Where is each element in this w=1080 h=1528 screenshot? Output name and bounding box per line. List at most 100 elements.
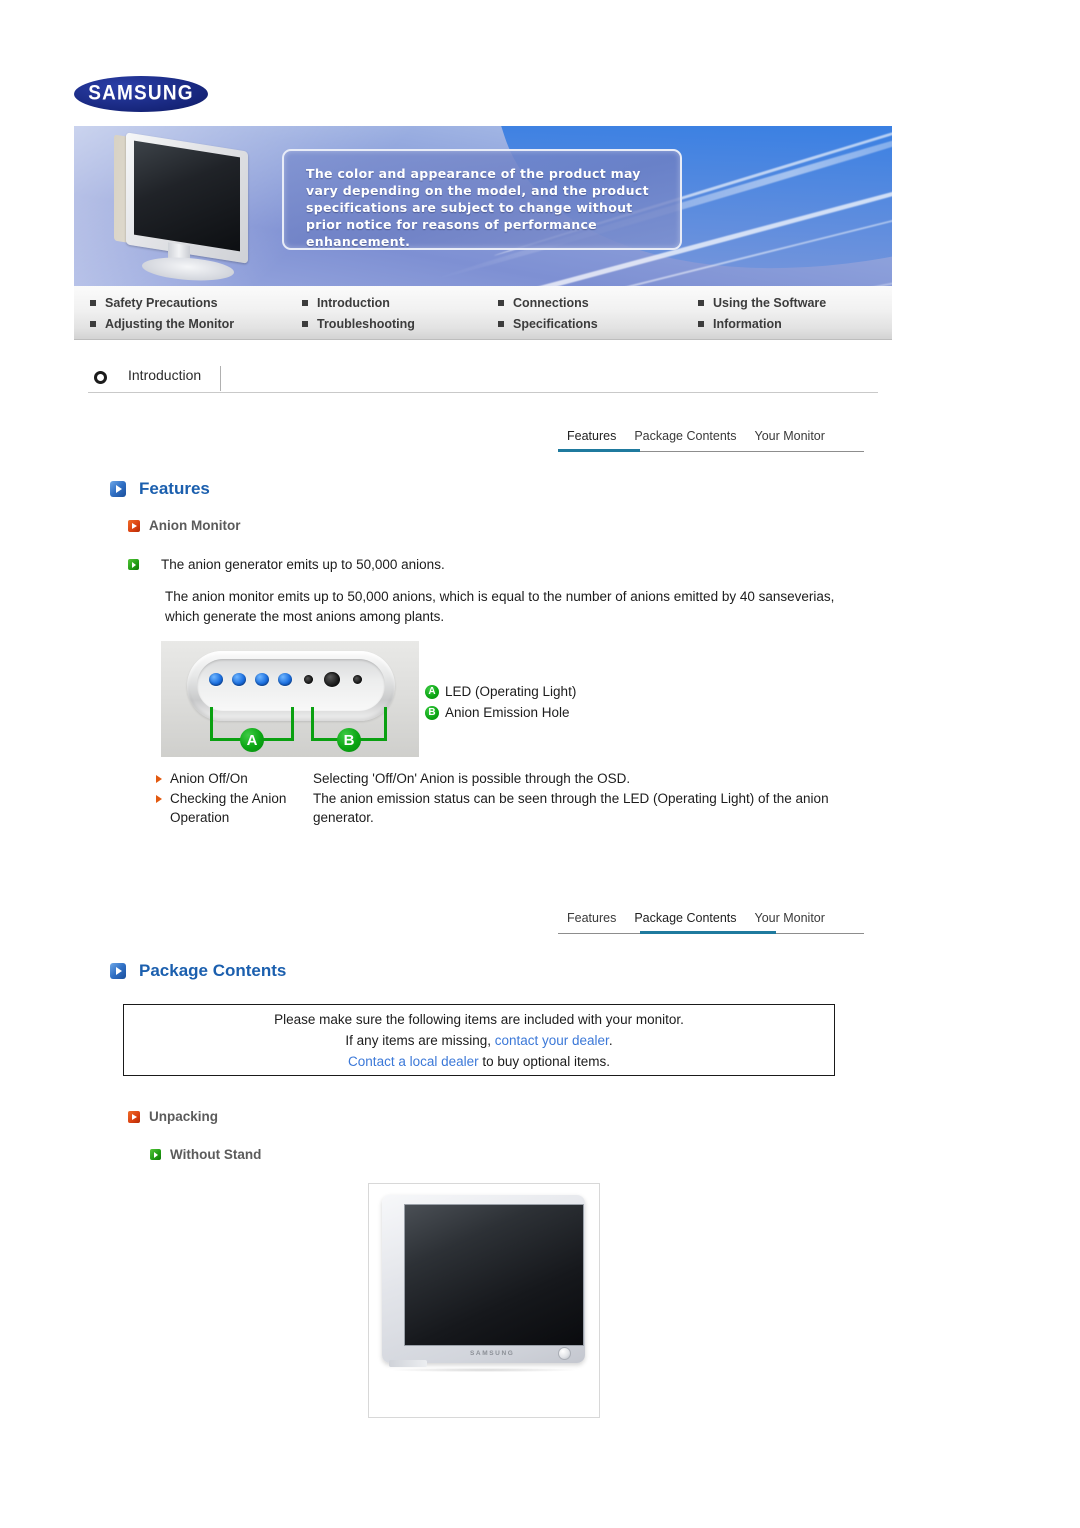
nav-item-label: Introduction [317, 296, 390, 310]
tab-your-monitor[interactable]: Your Monitor [746, 911, 834, 930]
package-contents-heading-label: Package Contents [139, 961, 287, 980]
bullet-square-icon [90, 300, 96, 306]
triangle-bullet-icon [156, 795, 162, 803]
nav-item-adjusting-the-monitor[interactable]: Adjusting the Monitor [82, 314, 294, 334]
arrow-right-green-icon [150, 1149, 161, 1160]
main-navigation: Safety Precautions Introduction Connecti… [74, 286, 892, 340]
legend-label-b: Anion Emission Hole [445, 705, 570, 720]
badge-a: A [240, 728, 264, 752]
contact-local-dealer-link[interactable]: Contact a local dealer [348, 1054, 479, 1069]
arrow-right-green-icon [128, 559, 139, 570]
emission-hole [353, 675, 362, 684]
nav-item-label: Specifications [513, 317, 598, 331]
contact-your-dealer-link[interactable]: contact your dealer [495, 1033, 609, 1048]
tab-package-contents[interactable]: Package Contents [625, 911, 745, 930]
nav-item-safety-precautions[interactable]: Safety Precautions [82, 293, 294, 313]
bullet-square-icon [498, 300, 504, 306]
bullet-square-icon [302, 300, 308, 306]
feature-term: Anion Off/On [170, 771, 248, 786]
led-dot [255, 673, 269, 686]
legend-badge-b: B [425, 705, 439, 720]
anion-monitor-subheading: Anion Monitor [128, 518, 240, 533]
page-root: SAMSUNG The color and appearance of the … [0, 0, 1080, 1528]
bullet-square-icon [302, 321, 308, 327]
photo-inner-recess [197, 659, 385, 711]
nav-item-specifications[interactable]: Specifications [490, 314, 690, 334]
anion-bullet-row: The anion generator emits up to 50,000 a… [128, 557, 445, 572]
bracket-b-line [311, 707, 314, 741]
tab-features[interactable]: Features [558, 911, 625, 930]
package-contents-heading: Package Contents [110, 961, 286, 981]
tab-your-monitor[interactable]: Your Monitor [746, 429, 834, 448]
arrow-right-orange-icon [128, 519, 140, 532]
tab-active-indicator [558, 449, 640, 452]
logo-text: SAMSUNG [88, 81, 194, 106]
nav-item-label: Information [713, 317, 782, 331]
note-line-3-post: to buy optional items. [478, 1053, 610, 1069]
monitor-shadow [393, 1368, 575, 1372]
tab-features[interactable]: Features [558, 429, 625, 448]
bracket-a-line [291, 707, 294, 741]
monitor-brand-label: SAMSUNG [470, 1350, 515, 1357]
nav-item-label: Using the Software [713, 296, 827, 310]
without-stand-label: Without Stand [170, 1147, 262, 1162]
bullet-square-icon [90, 321, 96, 327]
bullet-square-icon [698, 321, 704, 327]
anion-generator-photo: A B [161, 641, 419, 757]
header-underline [88, 392, 878, 393]
monitor-screen [134, 140, 240, 252]
power-button-icon [558, 1347, 571, 1360]
badge-b: B [337, 728, 361, 752]
unpacking-heading: Unpacking [128, 1109, 218, 1124]
photo-legend: A LED (Operating Light) B Anion Emission… [425, 681, 576, 723]
note-line-2-post: . [608, 1032, 613, 1048]
tab-package-contents[interactable]: Package Contents [625, 429, 745, 448]
note-line-2-pre: If any items are missing, [345, 1032, 495, 1048]
nav-item-connections[interactable]: Connections [490, 293, 690, 313]
anion-monitor-label: Anion Monitor [149, 518, 241, 533]
note-line-2: If any items are missing, contact your d… [345, 1030, 612, 1051]
legend-item-b: B Anion Emission Hole [425, 702, 576, 723]
nav-item-label: Connections [513, 296, 589, 310]
tab-active-indicator [640, 931, 776, 934]
ring-icon [94, 371, 107, 384]
arrow-right-blue-icon [110, 963, 126, 979]
emission-hole [304, 675, 313, 684]
nav-item-label: Adjusting the Monitor [105, 317, 235, 331]
nav-item-label: Troubleshooting [317, 317, 415, 331]
banner-notice-text: The color and appearance of the product … [306, 166, 649, 249]
banner-notice-box: The color and appearance of the product … [282, 149, 682, 250]
nav-item-label: Safety Precautions [105, 296, 218, 310]
features-heading: Features [110, 479, 210, 499]
led-dot [232, 673, 246, 686]
list-item: Checking the Anion Operation The anion e… [156, 789, 876, 827]
legend-item-a: A LED (Operating Light) [425, 681, 576, 702]
banner-monitor-image [104, 132, 279, 284]
unpacking-label: Unpacking [149, 1109, 219, 1124]
page-title: Introduction [128, 367, 202, 383]
nav-item-information[interactable]: Information [690, 314, 900, 334]
nav-item-introduction[interactable]: Introduction [294, 293, 490, 313]
tabstrip-bottom: Features Package Contents Your Monitor [558, 902, 864, 934]
feature-description: Selecting 'Off/On' Anion is possible thr… [313, 771, 631, 786]
monitor-without-stand-photo: SAMSUNG [368, 1183, 600, 1418]
monitor-foot [389, 1360, 427, 1367]
nav-item-using-the-software[interactable]: Using the Software [690, 293, 900, 313]
note-line-1: Please make sure the following items are… [274, 1011, 684, 1027]
bracket-a-line [210, 707, 213, 741]
list-item: Anion Off/On Selecting 'Off/On' Anion is… [156, 769, 876, 788]
triangle-bullet-icon [156, 775, 162, 783]
feature-term: Checking the Anion Operation [170, 791, 287, 825]
led-dot [209, 673, 223, 686]
arrow-right-blue-icon [110, 481, 126, 497]
tabstrip-top: Features Package Contents Your Monitor [558, 420, 864, 452]
features-heading-label: Features [139, 479, 210, 498]
arrow-right-orange-icon [128, 1110, 140, 1123]
hero-banner: The color and appearance of the product … [74, 126, 892, 286]
emission-hole [324, 672, 340, 687]
anion-description-paragraph: The anion monitor emits up to 50,000 ani… [165, 589, 835, 624]
led-dot [278, 673, 292, 686]
monitor-body: SAMSUNG [382, 1195, 585, 1363]
nav-item-troubleshooting[interactable]: Troubleshooting [294, 314, 490, 334]
without-stand-heading: Without Stand [150, 1147, 261, 1162]
